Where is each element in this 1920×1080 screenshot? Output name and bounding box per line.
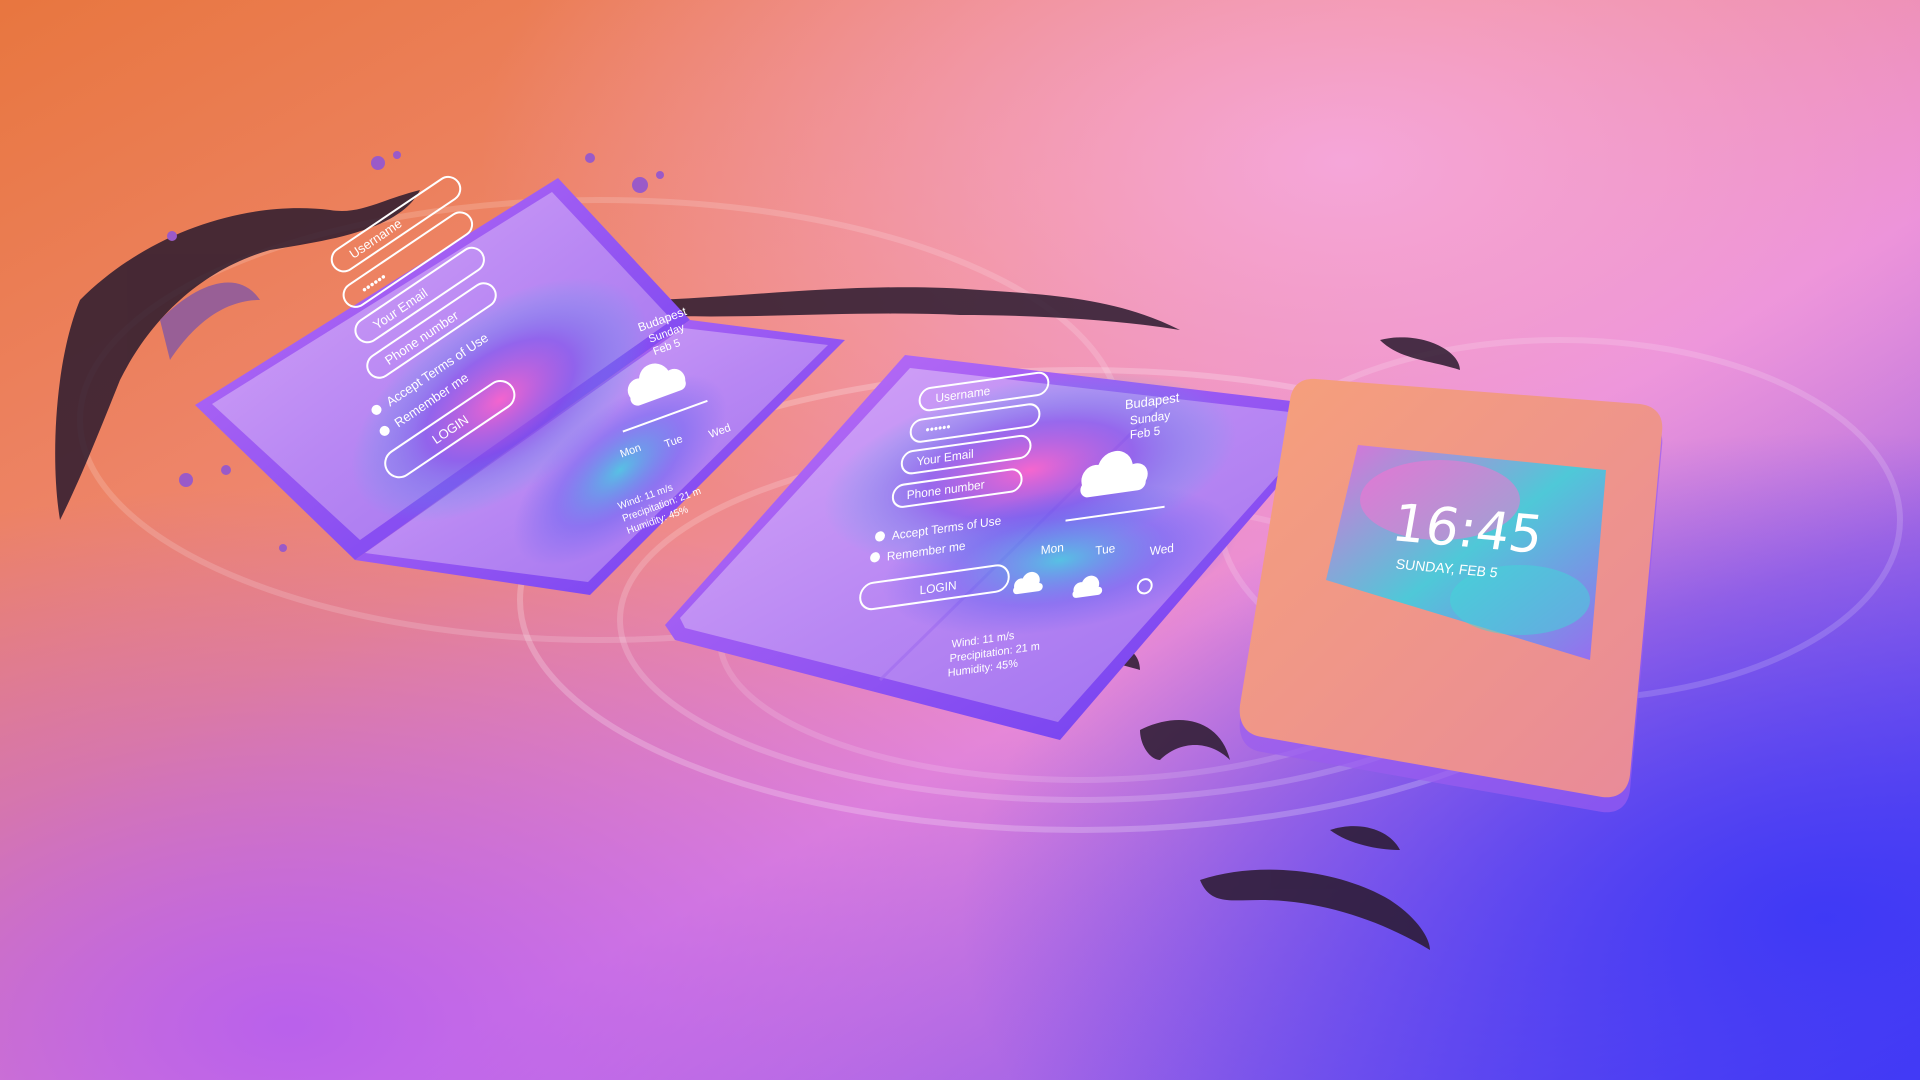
phone-mockup-scene: Username •••••• Your Email Phone number … [0, 0, 1920, 1080]
scene-canvas: Username •••••• Your Email Phone number … [0, 0, 1920, 1080]
center-day-2: Tue [1095, 541, 1115, 558]
right-closed-phone: 16:45 SUNDAY, FEB 5 [1239, 378, 1663, 813]
